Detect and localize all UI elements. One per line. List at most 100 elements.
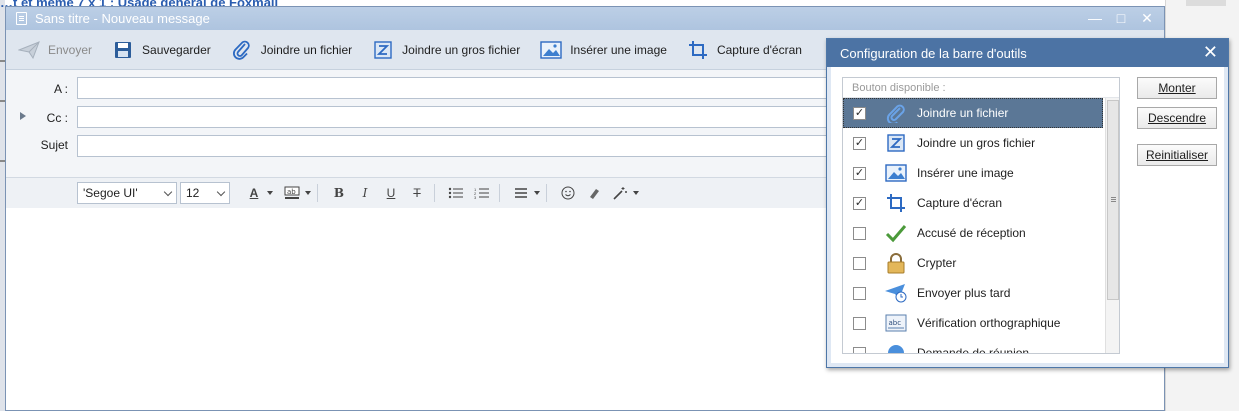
magic-wand-icon[interactable] — [609, 182, 631, 204]
meeting-icon — [884, 342, 908, 353]
checkbox[interactable]: ✓ — [853, 196, 866, 210]
svg-text:abc: abc — [889, 319, 902, 327]
attach-file-label: Joindre un fichier — [260, 42, 353, 57]
subject-input[interactable] — [77, 135, 837, 157]
toolbar-config-dialog: Configuration de la barre d'outils ✕ Bou… — [826, 38, 1229, 368]
list-item-label: Demande de réunion — [917, 346, 1030, 354]
list-item[interactable]: ✓ Capture d'écran — [843, 188, 1103, 218]
text-color-caret-icon[interactable] — [267, 191, 273, 195]
spellcheck-icon: abc — [884, 312, 908, 334]
send-button[interactable]: Envoyer — [18, 40, 92, 60]
checkbox[interactable] — [853, 256, 866, 270]
save-button[interactable]: Sauvegarder — [112, 40, 211, 60]
lock-icon — [884, 252, 908, 274]
chevron-down-icon — [163, 187, 173, 196]
image-icon — [540, 40, 562, 60]
svg-text:ab: ab — [287, 188, 296, 196]
save-icon — [112, 40, 134, 60]
font-size-select[interactable]: 12 — [180, 182, 230, 204]
cc-label: Cc : — [46, 111, 68, 125]
magic-wand-caret-icon[interactable] — [633, 191, 639, 195]
font-family-value: 'Segoe UI' — [83, 186, 138, 200]
reset-button[interactable]: Reinitialiser — [1137, 144, 1217, 166]
list-item-label: Joindre un gros fichier — [917, 136, 1036, 150]
attach-file-button[interactable]: Joindre un fichier — [231, 40, 352, 60]
list-item[interactable]: ✓ Joindre un gros fichier — [843, 128, 1103, 158]
dialog-close-button[interactable]: ✕ — [1203, 43, 1218, 61]
send-label: Envoyer — [48, 42, 93, 57]
chevron-down-icon — [216, 187, 226, 196]
list-item-label: Capture d'écran — [917, 196, 1003, 210]
align-icon[interactable] — [510, 182, 532, 204]
window-controls: — □ ✕ — [1088, 9, 1154, 27]
compose-titlebar[interactable]: Sans titre - Nouveau message — □ ✕ — [6, 7, 1164, 30]
document-icon — [16, 12, 27, 25]
paperclip-icon — [884, 102, 908, 124]
checkbox[interactable]: ✓ — [853, 106, 866, 120]
scrollbar-thumb[interactable] — [1107, 100, 1119, 300]
list-header: Bouton disponible : — [843, 78, 1119, 98]
to-label: A : — [53, 82, 68, 96]
cc-input[interactable] — [77, 106, 837, 128]
list-item-label: Insérer une image — [917, 166, 1014, 180]
send-icon — [18, 40, 40, 60]
italic-button[interactable]: I — [354, 182, 376, 204]
emoji-icon[interactable] — [557, 182, 579, 204]
attach-large-file-label: Joindre un gros fichier — [402, 42, 521, 57]
close-button[interactable]: ✕ — [1140, 9, 1154, 27]
bullet-list-icon[interactable] — [445, 182, 467, 204]
available-buttons-list: Bouton disponible : ✓ Joindre un fichier… — [842, 77, 1120, 354]
highlight-button[interactable]: ab — [281, 182, 303, 204]
format-painter-icon[interactable] — [583, 182, 605, 204]
svg-text:3: 3 — [474, 195, 477, 199]
font-size-value: 12 — [186, 186, 200, 200]
checkbox[interactable] — [853, 226, 866, 240]
move-down-label: Descendre — [1147, 111, 1207, 125]
checkbox[interactable]: ✓ — [853, 136, 866, 150]
checkbox[interactable] — [853, 286, 866, 300]
text-color-button[interactable]: A — [243, 182, 265, 204]
screenshot-button[interactable]: Capture d'écran — [687, 40, 802, 60]
list-item[interactable]: abc Vérification orthographique — [843, 308, 1103, 338]
move-down-button[interactable]: Descendre — [1137, 107, 1217, 129]
list-item[interactable]: Crypter — [843, 248, 1103, 278]
font-family-select[interactable]: 'Segoe UI' — [77, 182, 177, 204]
move-up-button[interactable]: Monter — [1137, 77, 1217, 99]
screenshot-label: Capture d'écran — [716, 42, 802, 57]
dialog-title: Configuration de la barre d'outils — [840, 45, 1027, 61]
list-scrollbar[interactable] — [1105, 98, 1119, 353]
background-strip — [1186, 0, 1226, 6]
strikethrough-button[interactable]: T — [406, 182, 428, 204]
list-item[interactable]: ✓ Joindre un fichier — [843, 98, 1103, 128]
underline-button[interactable]: U — [380, 182, 402, 204]
send-later-icon — [884, 282, 908, 304]
numbered-list-icon[interactable]: 123 — [471, 182, 493, 204]
insert-image-button[interactable]: Insérer une image — [540, 40, 667, 60]
large-file-icon — [884, 132, 908, 154]
attach-large-file-button[interactable]: Joindre un gros fichier — [372, 40, 520, 60]
list-item[interactable]: Demande de réunion — [843, 338, 1103, 354]
bold-button[interactable]: B — [328, 182, 350, 204]
list-item[interactable]: Envoyer plus tard — [843, 278, 1103, 308]
dialog-content: Bouton disponible : ✓ Joindre un fichier… — [831, 67, 1224, 363]
screenshot-icon — [687, 40, 709, 60]
large-file-icon — [372, 40, 394, 60]
align-caret-icon[interactable] — [534, 191, 540, 195]
list-item[interactable]: ✓ Insérer une image — [843, 158, 1103, 188]
minimize-button[interactable]: — — [1088, 9, 1102, 27]
move-up-label: Monter — [1158, 81, 1196, 95]
highlight-caret-icon[interactable] — [305, 191, 311, 195]
checkbox[interactable] — [853, 346, 866, 353]
checkmark-icon — [884, 222, 908, 244]
checkbox[interactable]: ✓ — [853, 166, 866, 180]
list-item[interactable]: Accusé de réception — [843, 218, 1103, 248]
checkbox[interactable] — [853, 316, 866, 330]
insert-image-label: Insérer une image — [570, 42, 667, 57]
maximize-button[interactable]: □ — [1114, 9, 1128, 27]
save-label: Sauvegarder — [142, 42, 211, 57]
reset-label: Reinitialiser — [1145, 148, 1209, 162]
list-item-label: Envoyer plus tard — [917, 286, 1011, 300]
dialog-titlebar[interactable]: Configuration de la barre d'outils ✕ — [827, 39, 1228, 67]
separator — [546, 184, 547, 202]
to-input[interactable] — [77, 77, 837, 99]
